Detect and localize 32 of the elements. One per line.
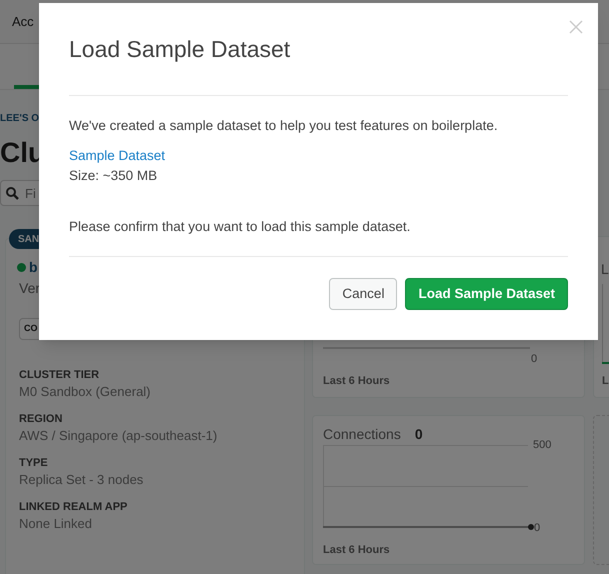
close-icon <box>569 20 583 34</box>
status-dot-icon <box>17 263 26 272</box>
chart-title: L <box>601 260 609 279</box>
chart-footer: L <box>602 373 609 390</box>
cluster-name[interactable]: b <box>29 257 38 278</box>
detail-value: M0 Sandbox (General) <box>19 383 152 401</box>
confirm-text: Please confirm that you want to load this sample dataset. <box>69 218 412 236</box>
dataset-link[interactable]: Sample Dataset <box>69 146 166 166</box>
chart-value: 0 <box>414 425 423 444</box>
dataset-size: Size: ~350 MB <box>69 167 158 185</box>
axis-label: 500 <box>533 438 552 453</box>
detail-value: Replica Set - 3 nodes <box>19 471 144 489</box>
modal-text: We've created a sample dataset to help you test features on boilerplate. <box>69 117 499 135</box>
confirm-button[interactable]: Load Sample Dataset <box>405 278 568 310</box>
search-icon <box>6 187 19 200</box>
cluster-version: Ver <box>19 279 40 298</box>
detail-label: REGION <box>19 412 64 426</box>
data-point-icon <box>528 524 534 530</box>
detail-label: LINKED REALM APP <box>19 500 128 514</box>
cancel-button[interactable]: Cancel <box>329 278 398 310</box>
chart-title: Connections <box>323 425 401 444</box>
chart-footer: Last 6 Hours <box>323 542 390 558</box>
detail-label: CLUSTER TIER <box>19 368 100 382</box>
nav-link[interactable]: Acc <box>12 12 34 32</box>
detail-value: None Linked <box>19 515 93 533</box>
breadcrumb[interactable]: LEE'S O <box>0 111 40 126</box>
modal-title: Load Sample Dataset <box>69 34 290 64</box>
axis-label: 0 <box>531 352 538 367</box>
chart-footer: Last 6 Hours <box>323 373 390 390</box>
detail-label: TYPE <box>19 456 49 470</box>
detail-value: AWS / Singapore (ap-southeast-1) <box>19 427 218 445</box>
axis-label: 0 <box>534 521 540 536</box>
